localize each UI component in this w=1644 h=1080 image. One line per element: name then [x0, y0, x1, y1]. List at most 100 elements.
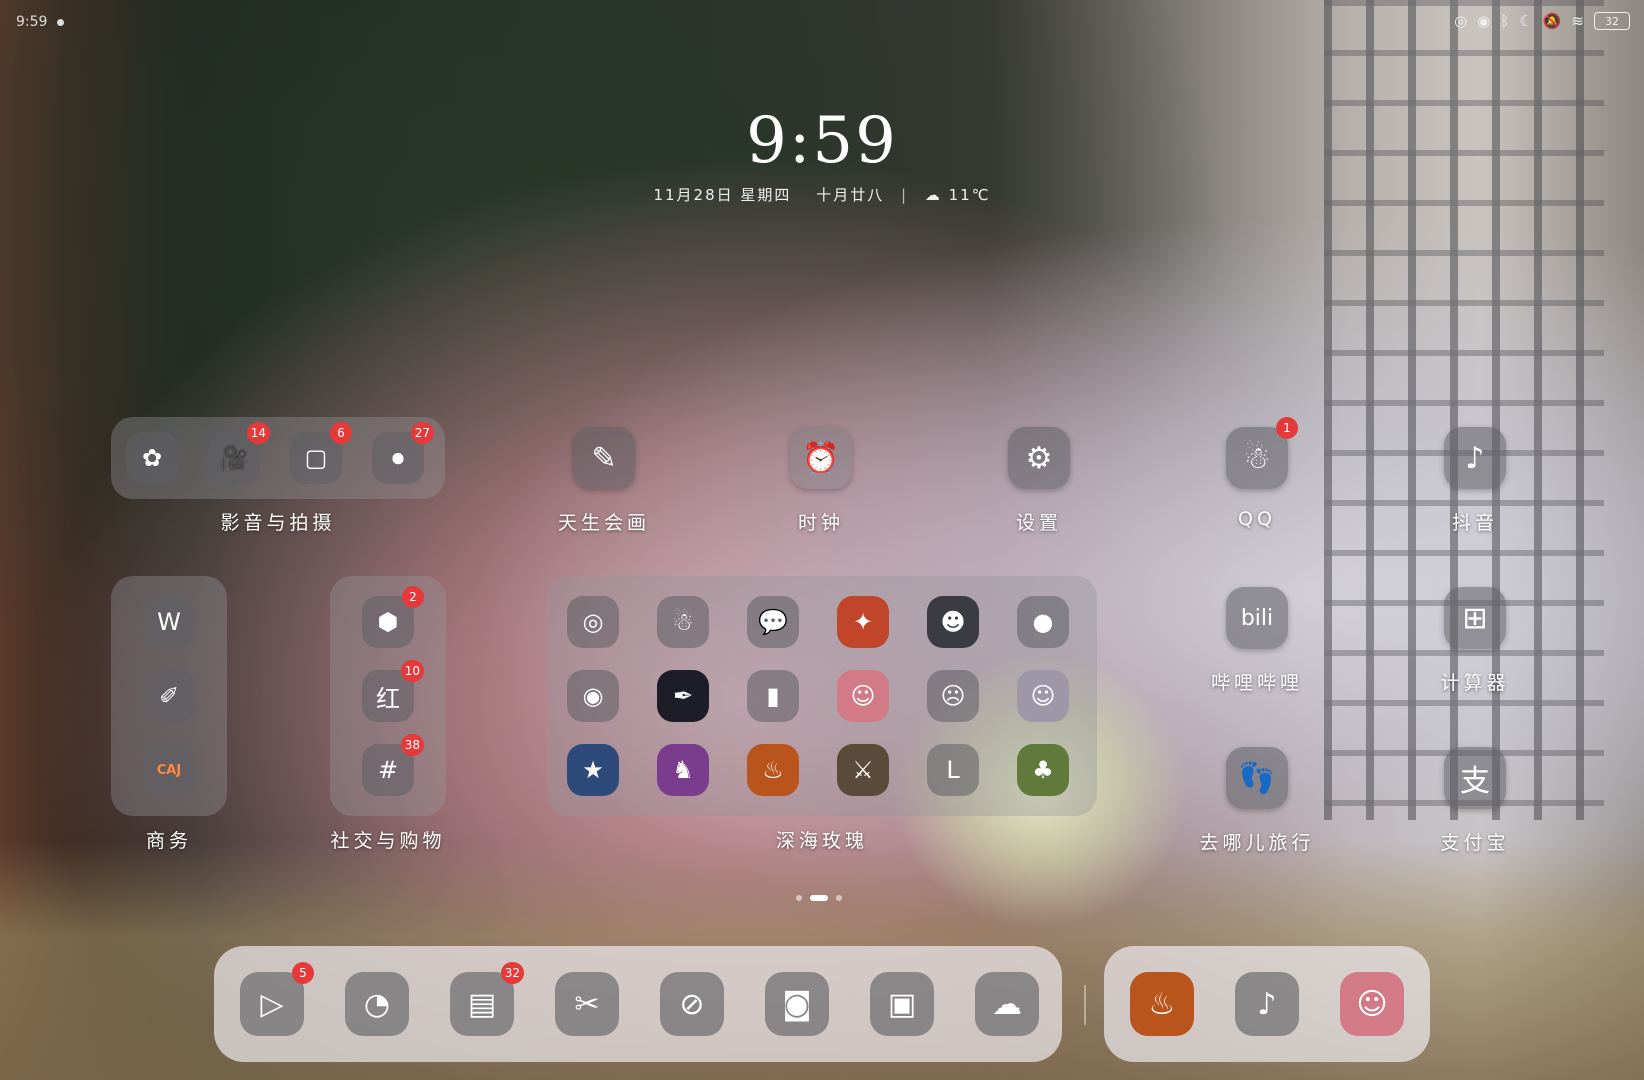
clock-time: 9:59	[746, 104, 898, 178]
badge-count: 38	[400, 734, 424, 756]
folder-deepsea-label: 深海玫瑰	[775, 830, 868, 852]
clock-date-line: 11月28日 星期四 十月廿八 | ☁ 11℃	[0, 184, 1644, 205]
target-icon[interactable]: ◎	[567, 596, 619, 648]
silver-hair-avatar-icon[interactable]: ☺	[1017, 670, 1069, 722]
music-note-icon[interactable]: ♪	[1444, 427, 1506, 489]
grey-avatar-icon[interactable]: ☹	[927, 670, 979, 722]
battery-icon: 32	[1594, 12, 1630, 30]
camera-icon[interactable]: ◙	[765, 972, 829, 1036]
clock-date: 11月28日 星期四	[653, 186, 792, 204]
play-icon[interactable]: ▷ 5	[240, 962, 314, 1036]
fire-game-icon[interactable]: ♨	[747, 744, 799, 796]
calculator-icon[interactable]: ⊞	[1444, 587, 1506, 649]
folder-business-label: 商务	[145, 830, 192, 852]
app-bilibili-label: 哔哩哔哩	[1210, 672, 1303, 694]
warrior-icon[interactable]: ⚔	[837, 744, 889, 796]
photo-editor-icon[interactable]: ✿	[126, 432, 178, 484]
anime-girl-icon[interactable]: ☺	[1340, 972, 1404, 1036]
fire-game-icon[interactable]: ♨	[1130, 972, 1194, 1036]
brush-icon[interactable]: ✒	[657, 670, 709, 722]
penguin-icon[interactable]: ☃ 1	[1226, 417, 1298, 489]
hashtag-text: #	[377, 756, 399, 784]
compass-icon[interactable]: ⊘	[660, 972, 724, 1036]
dock-recent: ♨ ♪ ☺	[1104, 946, 1430, 1062]
penguin-icon[interactable]: ☃	[657, 596, 709, 648]
badge-count: 32	[500, 962, 524, 984]
folder-business[interactable]: W ✐ CAJ	[111, 576, 227, 816]
book-icon[interactable]: ▤ 32	[450, 962, 524, 1036]
circle-icon[interactable]: ●	[1017, 596, 1069, 648]
cube-icon[interactable]: ⬢ 2	[362, 586, 424, 648]
screenshot-icon[interactable]: ▢ 6	[290, 422, 352, 484]
status-time: 9:59	[16, 14, 48, 30]
folder-media[interactable]: ✿ 🎥 14 ▢ 6 ⏺ 27	[111, 417, 445, 499]
gear-icon[interactable]: ⚙	[1008, 427, 1070, 489]
badge-count: 6	[330, 422, 352, 444]
anime-avatar-icon[interactable]: ☻	[927, 596, 979, 648]
status-bar-left: 9:59	[16, 14, 65, 30]
cloud-rain-icon: ☁	[924, 186, 942, 204]
badge-count: 14	[246, 422, 270, 444]
notification-dot-icon	[57, 18, 65, 26]
badge-count: 5	[292, 962, 314, 984]
music-disc-icon[interactable]: ◔	[345, 972, 409, 1036]
badge-count: 2	[402, 586, 424, 608]
notes-icon[interactable]: ✐	[143, 670, 195, 722]
folder-social[interactable]: ⬢ 2 红 10 #38	[330, 576, 446, 816]
app-qq-label: QQ	[1238, 508, 1276, 530]
bottle-icon[interactable]: ▮	[747, 670, 799, 722]
music-note-icon[interactable]: ♪	[1235, 972, 1299, 1036]
alarm-clock-icon[interactable]: ⏰	[790, 427, 852, 489]
clock-widget[interactable]: 9:59 11月28日 星期四 十月廿八 | ☁ 11℃	[0, 104, 1644, 205]
star-game-icon[interactable]: ★	[567, 744, 619, 796]
bilibili-icon[interactable]: bili	[1226, 587, 1288, 649]
app-clock-label: 时钟	[797, 512, 844, 534]
game-art-icon[interactable]: ✦	[837, 596, 889, 648]
alipay-icon[interactable]: 支	[1444, 747, 1506, 809]
clock-temperature: 11℃	[948, 186, 991, 204]
app-travel-label: 去哪儿旅行	[1199, 832, 1315, 854]
badge-count: 10	[400, 660, 424, 682]
footprint-icon[interactable]: 👣	[1226, 747, 1288, 809]
status-bar-right: ◎ ◉ ᛒ ☾ 🔕 ≋ 32	[1454, 12, 1630, 30]
clock-divider: |	[900, 186, 909, 204]
app-douyin-label: 抖音	[1451, 512, 1498, 534]
page-dot	[796, 895, 802, 901]
eye-icon: ◉	[1477, 12, 1491, 30]
app-settings-label: 设置	[1015, 512, 1062, 534]
ring-icon[interactable]: ◉	[567, 670, 619, 722]
anime-girl-icon[interactable]: ☺	[837, 670, 889, 722]
page-indicator[interactable]	[796, 895, 842, 901]
page-dot	[836, 895, 842, 901]
screen-recorder-icon[interactable]: ⏺ 27	[372, 422, 434, 484]
app-drawing-label: 天生会画	[557, 512, 650, 534]
folder-media-label: 影音与拍摄	[220, 512, 336, 534]
app-alipay-label: 支付宝	[1440, 832, 1510, 854]
character-icon[interactable]: ♞	[657, 744, 709, 796]
paint-icon[interactable]: ✎	[573, 427, 635, 489]
wechat-icon[interactable]: ☁	[975, 972, 1039, 1036]
battery-level: 32	[1605, 14, 1619, 28]
badge-count: 27	[410, 422, 434, 444]
dock-separator	[1084, 985, 1086, 1025]
chat-bubbles-icon[interactable]: 💬	[747, 596, 799, 648]
moon-icon: ☾	[1519, 12, 1533, 30]
caj-icon[interactable]: CAJ	[143, 744, 195, 796]
gallery-icon[interactable]: ▣	[870, 972, 934, 1036]
mute-icon: 🔕	[1542, 12, 1562, 30]
field-game-icon[interactable]: ♣	[1017, 744, 1069, 796]
wifi-icon: ≋	[1571, 12, 1584, 30]
xiaohongshu-text: 红	[376, 684, 400, 713]
letter-l-icon[interactable]: L	[927, 744, 979, 796]
xiaohongshu-icon[interactable]: 红 10	[362, 660, 424, 722]
tools-icon[interactable]: ✂	[555, 972, 619, 1036]
folder-deepsea[interactable]: ◎ ☃ 💬 ✦ ☻ ● ◉ ✒ ▮ ☺ ☹ ☺ ★ ♞ ♨ ⚔ L ♣	[547, 576, 1097, 816]
folder-social-label: 社交与购物	[330, 830, 446, 852]
clock-lunar: 十月廿八	[816, 186, 885, 204]
video-camera-icon[interactable]: 🎥 14	[208, 422, 270, 484]
app-calculator-label: 计算器	[1440, 672, 1510, 694]
wps-icon[interactable]: W	[143, 596, 195, 648]
bluetooth-icon: ᛒ	[1500, 12, 1510, 30]
hashtag-icon[interactable]: #38	[362, 734, 424, 796]
page-dot-active	[810, 895, 828, 901]
